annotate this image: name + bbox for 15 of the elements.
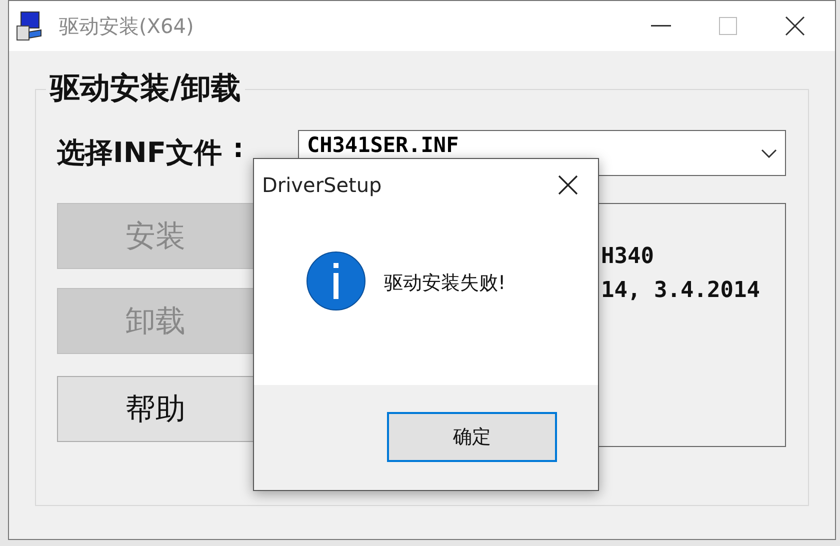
dialog-message: 驱动安装失败! [384,271,506,296]
window-title: 驱动安装(X64) [59,12,195,40]
dialog-title: DriverSetup [262,173,382,197]
chevron-down-icon[interactable] [761,148,777,158]
info-icon [306,251,366,311]
close-icon[interactable] [558,175,578,195]
info-line: H340 [601,243,655,271]
combo-value: CH341SER.INF [307,134,460,156]
info-line: 14, 3.4.2014 [601,277,761,305]
close-icon[interactable] [785,16,805,36]
action-button[interactable]: 帮助 [57,376,254,442]
separator-colon: : [233,136,244,162]
minimize-icon[interactable] [651,25,671,27]
inf-label: 选择INF文件 [57,135,223,171]
ok-button[interactable]: 确定 [387,412,557,462]
